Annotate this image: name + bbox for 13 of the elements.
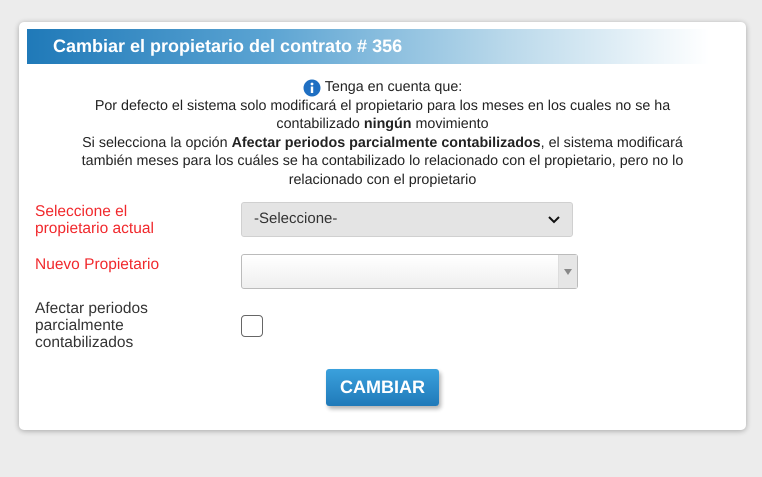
checkbox[interactable] bbox=[241, 314, 263, 336]
info-icon bbox=[302, 78, 321, 96]
owner-combo-field[interactable] bbox=[241, 254, 578, 289]
notice-heading: Tenga en cuenta que: bbox=[324, 78, 462, 96]
dropdown-arrow-icon bbox=[564, 268, 572, 274]
notice-text: Si selecciona la opción Afectar periodos parcialmente contabilizados, el sistema modificará también meses para los cuáles se ha contabilizado lo relacionado con el propietario, pero no lo relacionado con el propietario bbox=[80, 134, 684, 189]
cambiar-button[interactable]: CAMBIAR bbox=[326, 369, 439, 406]
chevron-icon bbox=[548, 216, 560, 224]
field-label: Nuevo Propietario bbox=[34, 256, 160, 273]
field-label: Afectar periodos parcialmente contabilizados bbox=[34, 300, 149, 351]
owner-select[interactable]: -Seleccione- bbox=[241, 202, 573, 237]
notice-text: Por defecto el sistema solo modificará el propietario para los meses en los cuales no se ha contabilizado ningún movimiento bbox=[94, 96, 672, 134]
field-label: Seleccione el propietario actual bbox=[34, 202, 155, 236]
